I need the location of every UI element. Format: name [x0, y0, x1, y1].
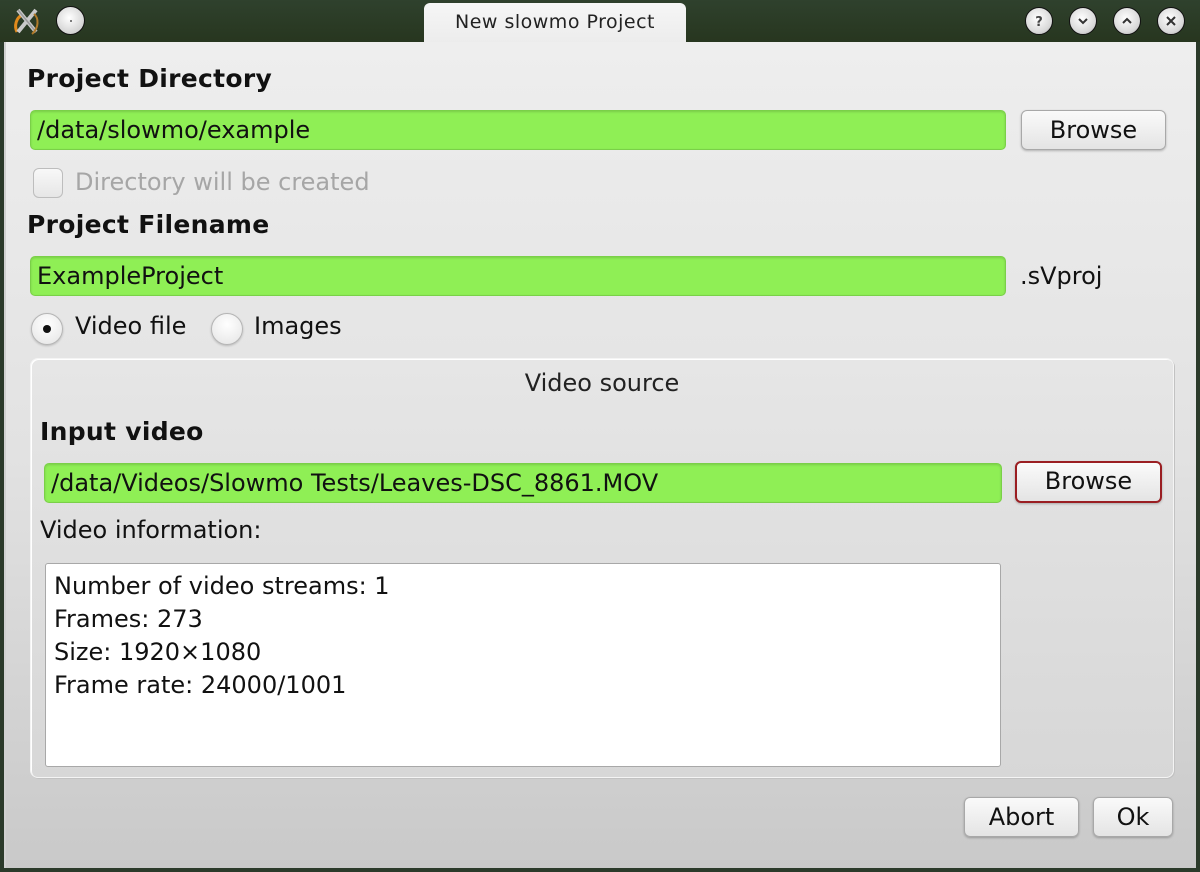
slowmo-app-logo-icon	[14, 8, 39, 35]
directory-will-be-created-checkbox[interactable]	[33, 168, 63, 198]
video-info-line: Frames: 273	[54, 605, 203, 633]
window-title: New slowmo Project	[424, 3, 686, 43]
browse-directory-button[interactable]: Browse	[1021, 110, 1166, 150]
window-titlebar[interactable]: New slowmo Project ?	[0, 0, 1200, 43]
ok-button[interactable]: Ok	[1093, 797, 1173, 837]
video-info-line: Frame rate: 24000/1001	[54, 671, 347, 699]
video-file-radio[interactable]	[31, 313, 63, 345]
video-source-group-title: Video source	[524, 369, 680, 397]
images-radio[interactable]	[211, 313, 243, 345]
close-icon	[1166, 16, 1176, 26]
browse-video-button[interactable]: Browse	[1015, 461, 1162, 503]
help-icon: ?	[1035, 15, 1043, 29]
minimize-button[interactable]	[1069, 7, 1097, 35]
video-information-box[interactable]: Number of video streams: 1 Frames: 273 S…	[45, 563, 1001, 767]
input-video-input[interactable]: /data/Videos/Slowmo Tests/Leaves-DSC_886…	[44, 463, 1002, 503]
minimize-icon	[1078, 18, 1088, 25]
project-filename-label: Project Filename	[27, 210, 270, 239]
video-info-line: Number of video streams: 1	[54, 572, 390, 600]
input-video-label: Input video	[40, 417, 204, 446]
abort-button[interactable]: Abort	[964, 797, 1079, 837]
new-project-dialog: Project Directory /data/slowmo/example B…	[4, 42, 1196, 868]
maximize-button[interactable]	[1113, 7, 1141, 35]
directory-will-be-created-label: Directory will be created	[75, 168, 370, 196]
project-filename-input[interactable]: ExampleProject	[30, 256, 1006, 296]
video-information-label: Video information:	[40, 516, 262, 544]
svg-text:?: ?	[1035, 15, 1043, 29]
images-radio-label[interactable]: Images	[254, 312, 342, 340]
maximize-icon	[1122, 17, 1132, 24]
video-info-line: Size: 1920×1080	[54, 638, 262, 666]
window-menu-button[interactable]	[56, 6, 85, 35]
help-button[interactable]: ?	[1025, 7, 1053, 35]
video-source-group: Video source Input video /data/Videos/Sl…	[30, 358, 1174, 778]
project-directory-label: Project Directory	[27, 64, 273, 93]
project-directory-input[interactable]: /data/slowmo/example	[30, 110, 1006, 150]
close-button[interactable]	[1157, 7, 1185, 35]
project-file-extension: .sVproj	[1020, 262, 1103, 290]
video-file-radio-label[interactable]: Video file	[75, 312, 186, 340]
